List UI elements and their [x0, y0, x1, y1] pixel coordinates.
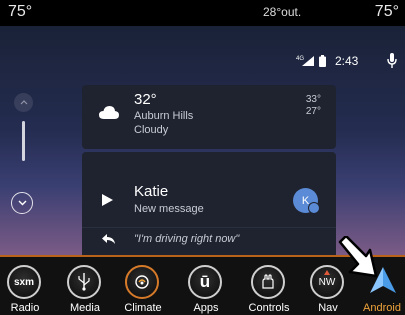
controls-icon — [251, 265, 285, 299]
menu-controls[interactable]: Controls — [241, 263, 297, 315]
reply-icon[interactable] — [102, 234, 115, 244]
sxm-icon: sxm — [7, 265, 41, 299]
outside-temp: 28°out. — [263, 5, 302, 19]
quick-reply[interactable]: "I'm driving right now" — [134, 233, 239, 245]
weather-condition: Cloudy — [134, 124, 169, 136]
scroll-up-button[interactable] — [14, 93, 33, 112]
signal-icon — [302, 56, 314, 66]
weather-temperature: 32° — [134, 91, 157, 108]
divider — [82, 227, 336, 228]
usb-icon — [67, 265, 101, 299]
menu-label: Apps — [193, 302, 219, 314]
menu-climate[interactable]: Climate — [115, 263, 171, 315]
menu-apps[interactable]: ū Apps — [178, 263, 234, 315]
menu-label: Nav — [318, 302, 338, 314]
message-card[interactable]: Katie New message K "I'm driving right n… — [82, 152, 336, 255]
menu-label: Radio — [10, 302, 40, 314]
scroll-indicator[interactable] — [22, 121, 25, 161]
play-icon[interactable] — [102, 194, 113, 206]
battery-icon — [319, 55, 326, 67]
menu-label: Climate — [124, 302, 162, 314]
android-auto-status-bar: 4G 2:43 — [0, 26, 405, 74]
clock: 2:43 — [335, 54, 359, 68]
microphone-icon[interactable] — [387, 53, 397, 68]
weather-location: Auburn Hills — [134, 110, 194, 122]
menu-media[interactable]: Media — [57, 263, 113, 315]
driver-temp[interactable]: 75° — [8, 3, 32, 21]
scroll-down-button[interactable] — [11, 192, 33, 214]
menu-label: Media — [70, 302, 100, 314]
weather-low: 27° — [305, 106, 321, 117]
cloud-icon — [99, 106, 119, 119]
android-auto-screen: 4G 2:43 32° Auburn Hills Cloudy 33° 27° … — [0, 26, 405, 255]
weather-high: 33° — [305, 94, 321, 105]
apps-icon: ū — [188, 265, 222, 299]
passenger-temp[interactable]: 75° — [375, 3, 399, 21]
message-sender: Katie — [134, 183, 169, 200]
chevron-down-icon — [18, 200, 26, 206]
chevron-up-icon — [20, 100, 27, 105]
menu-radio[interactable]: sxm Radio — [0, 263, 53, 315]
menu-label: Android — [363, 302, 401, 314]
arrow-pointer-icon — [338, 236, 378, 278]
uconnect-screen: 75° 28°out. 75° 4G 2:43 32° Auburn Hills… — [0, 0, 405, 315]
message-subtitle: New message — [134, 203, 204, 215]
climate-icon — [125, 265, 159, 299]
weather-card[interactable]: 32° Auburn Hills Cloudy 33° 27° — [82, 85, 336, 149]
menu-label: Controls — [248, 302, 290, 314]
top-status-bar: 75° 28°out. 75° — [0, 0, 405, 26]
message-badge-icon — [308, 202, 320, 214]
